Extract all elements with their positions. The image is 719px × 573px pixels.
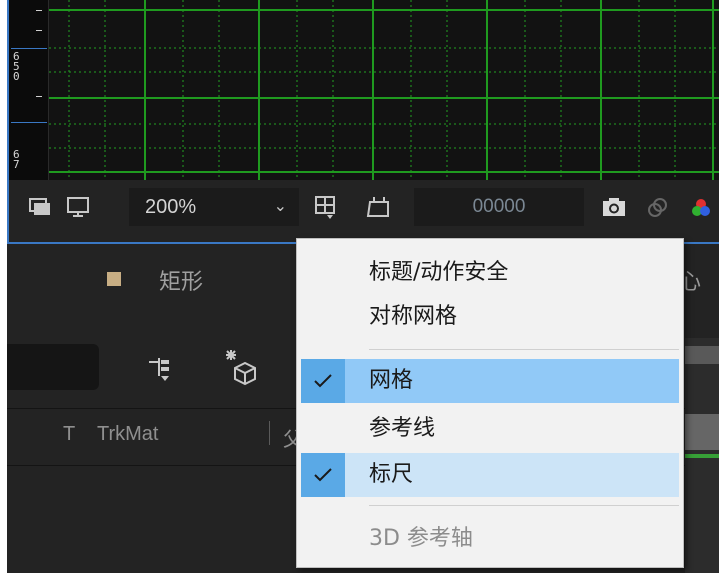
menu-item-label: 标题/动作安全 <box>369 260 509 285</box>
chevron-down-icon: ⌄ <box>273 198 287 215</box>
3d-layer-icon[interactable] <box>221 348 261 388</box>
zoom-dropdown[interactable]: 200% ⌄ <box>129 188 299 226</box>
ruler-tick <box>36 96 42 97</box>
layer-hierarchy-icon[interactable] <box>145 354 175 384</box>
menu-item-title-action-safe[interactable]: 标题/动作安全 <box>301 251 679 295</box>
viewer-toolbar: 200% ⌄ 00000 <box>7 180 719 244</box>
menu-separator <box>369 349 679 350</box>
menu-item-grid[interactable]: 网格 <box>301 359 679 403</box>
column-divider[interactable] <box>269 421 270 445</box>
ruler-label: 7 <box>13 158 20 171</box>
composition-viewer[interactable]: 6 5 0 6 7 <box>7 0 719 180</box>
vertical-ruler: 6 5 0 6 7 <box>9 0 49 180</box>
show-snapshot-icon[interactable] <box>645 194 671 220</box>
ruler-label: 0 <box>13 70 20 83</box>
menu-item-label: 标尺 <box>369 462 414 487</box>
ruler-marker <box>11 122 47 123</box>
menu-separator <box>369 505 679 506</box>
layer-color-swatch[interactable] <box>107 272 121 286</box>
menu-item-label: 对称网格 <box>369 304 458 329</box>
check-cell <box>301 295 345 339</box>
snapshot-camera-icon[interactable] <box>601 194 627 220</box>
timecode-value: 00000 <box>472 196 526 217</box>
color-channel-icon[interactable] <box>689 194 715 220</box>
grid-guide-icon[interactable] <box>313 194 339 220</box>
ruler-tick <box>36 30 42 31</box>
menu-item-label: 3D 参考轴 <box>369 526 473 551</box>
menu-item-label: 网格 <box>369 368 414 393</box>
layer-name[interactable]: 矩形 <box>159 264 203 296</box>
guide-options-menu: 标题/动作安全 对称网格 网格 参考线 标尺 3D 参考轴 <box>296 238 684 568</box>
column-trkmat[interactable]: TrkMat <box>97 423 158 446</box>
menu-item-3d-reference-axes: 3D 参考轴 <box>301 517 679 561</box>
check-cell <box>301 407 345 451</box>
zoom-value: 200% <box>145 196 197 218</box>
timecode-display[interactable]: 00000 <box>414 188 584 226</box>
ruler-marker <box>11 48 47 49</box>
check-cell <box>301 517 345 561</box>
region-of-interest-icon[interactable] <box>27 194 53 220</box>
menu-item-guides[interactable]: 参考线 <box>301 407 679 451</box>
fast-previews-icon[interactable] <box>65 194 91 220</box>
menu-item-rulers[interactable]: 标尺 <box>301 453 679 497</box>
menu-item-proportional-grid[interactable]: 对称网格 <box>301 295 679 339</box>
column-t[interactable]: T <box>63 423 75 446</box>
checkmark-icon <box>301 359 345 403</box>
work-area-bar[interactable] <box>685 454 719 458</box>
ruler-tick <box>36 10 42 11</box>
check-cell <box>301 251 345 295</box>
viewer-grid <box>49 0 719 180</box>
track-bar[interactable] <box>685 414 719 450</box>
timeline-track-area[interactable] <box>685 338 719 573</box>
menu-item-label: 参考线 <box>369 416 436 441</box>
checkmark-icon <box>301 453 345 497</box>
mask-shape-icon[interactable] <box>365 194 391 220</box>
track-bar[interactable] <box>685 346 719 364</box>
